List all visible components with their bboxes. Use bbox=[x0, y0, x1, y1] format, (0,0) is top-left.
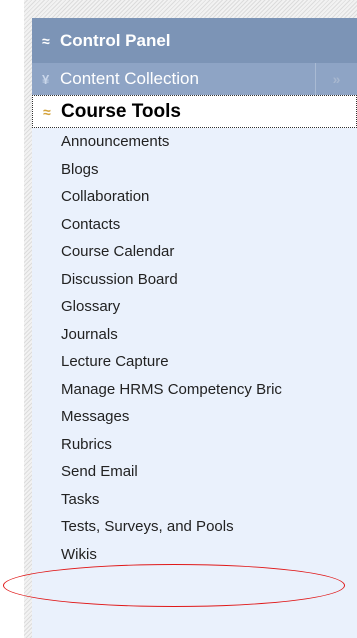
course-tools-item-discussion-board[interactable]: Discussion Board bbox=[61, 266, 357, 294]
course-tools-item-announcements[interactable]: Announcements bbox=[61, 128, 357, 156]
course-tools-item-tasks[interactable]: Tasks bbox=[61, 486, 357, 514]
double-chevron-up-icon: ≈ bbox=[42, 32, 50, 49]
content-collection-title: Content Collection bbox=[60, 69, 199, 88]
control-panel-header[interactable]: ≈ Control Panel bbox=[32, 18, 357, 63]
course-tools-list: Announcements Blogs Collaboration Contac… bbox=[61, 128, 357, 568]
course-tools-item-glossary[interactable]: Glossary bbox=[61, 293, 357, 321]
course-tools-item-messages[interactable]: Messages bbox=[61, 403, 357, 431]
control-panel-title: Control Panel bbox=[60, 30, 171, 50]
course-tools-item-collaboration[interactable]: Collaboration bbox=[61, 183, 357, 211]
control-panel-body: ≈ Control Panel ¥ Content Collection » ≈… bbox=[32, 18, 357, 638]
double-chevron-right-icon[interactable]: » bbox=[315, 63, 357, 95]
course-tools-header[interactable]: ≈ Course Tools bbox=[32, 95, 357, 128]
double-chevron-up-icon: ≈ bbox=[43, 103, 51, 120]
course-tools-title: Course Tools bbox=[61, 100, 181, 122]
content-collection-header[interactable]: ¥ Content Collection » bbox=[32, 63, 357, 95]
course-tools-item-contacts[interactable]: Contacts bbox=[61, 211, 357, 239]
course-tools-item-wikis[interactable]: Wikis bbox=[61, 541, 357, 569]
control-panel-frame: ≈ Control Panel ¥ Content Collection » ≈… bbox=[24, 0, 357, 638]
course-tools-item-tests-surveys-pools[interactable]: Tests, Surveys, and Pools bbox=[61, 513, 357, 541]
course-tools-item-course-calendar[interactable]: Course Calendar bbox=[61, 238, 357, 266]
course-tools-item-send-email[interactable]: Send Email bbox=[61, 458, 357, 486]
course-tools-item-lecture-capture[interactable]: Lecture Capture bbox=[61, 348, 357, 376]
double-chevron-down-icon: ¥ bbox=[42, 71, 50, 87]
course-tools-item-journals[interactable]: Journals bbox=[61, 321, 357, 349]
course-tools-item-blogs[interactable]: Blogs bbox=[61, 156, 357, 184]
course-tools-item-manage-hrms[interactable]: Manage HRMS Competency Bric bbox=[61, 376, 357, 404]
course-tools-item-rubrics[interactable]: Rubrics bbox=[61, 431, 357, 459]
